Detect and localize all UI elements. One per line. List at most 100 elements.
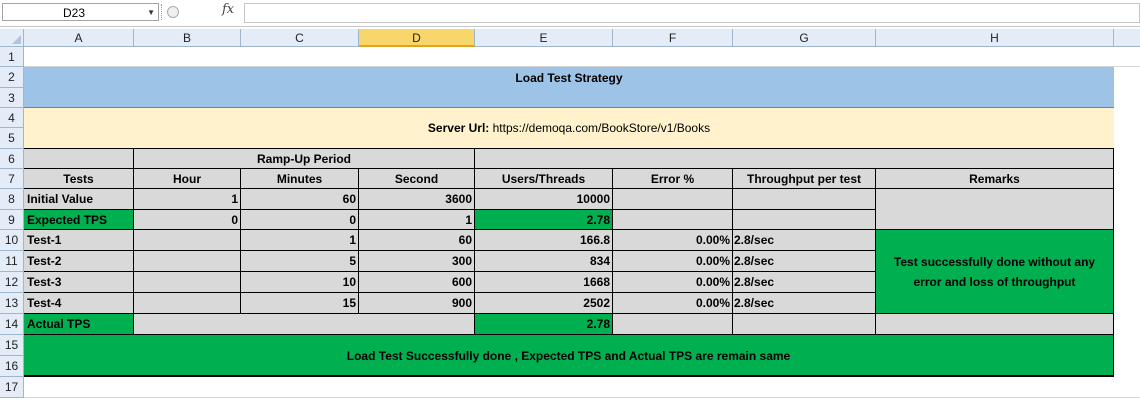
- column-header-f[interactable]: F: [613, 29, 733, 47]
- remarks-cell[interactable]: Test successfully done without any error…: [876, 230, 1114, 314]
- test-second[interactable]: 300: [359, 251, 475, 272]
- row-header-17[interactable]: 17: [0, 377, 24, 398]
- header-error[interactable]: Error %: [613, 169, 733, 189]
- test-users[interactable]: 834: [475, 251, 613, 272]
- cell-b14-d14[interactable]: [134, 314, 475, 335]
- header-minutes[interactable]: Minutes: [241, 169, 359, 189]
- test-minutes[interactable]: 1: [241, 230, 359, 251]
- test-throughput[interactable]: 2.8/sec: [733, 293, 876, 314]
- title-band[interactable]: Load Test Strategy: [24, 67, 1114, 108]
- name-box-value: D23: [62, 6, 85, 20]
- row-header-16[interactable]: 16: [0, 356, 24, 377]
- column-header-h[interactable]: H: [876, 29, 1114, 47]
- test-hour[interactable]: [134, 251, 241, 272]
- test-users[interactable]: 1668: [475, 272, 613, 293]
- select-all-button[interactable]: [0, 29, 24, 47]
- initial-second[interactable]: 3600: [359, 189, 475, 210]
- formula-cancel-icon[interactable]: [167, 6, 179, 18]
- test-error[interactable]: 0.00%: [613, 230, 733, 251]
- test-error[interactable]: 0.00%: [613, 272, 733, 293]
- cell-h8-h9[interactable]: [876, 189, 1114, 230]
- column-header-g[interactable]: G: [733, 29, 876, 47]
- row-header-14[interactable]: 14: [0, 314, 24, 335]
- ramp-up-header[interactable]: Ramp-Up Period: [134, 149, 475, 169]
- row-header-8[interactable]: 8: [0, 189, 24, 210]
- test-throughput[interactable]: 2.8/sec: [733, 272, 876, 293]
- header-second[interactable]: Second: [359, 169, 475, 189]
- header-hour[interactable]: Hour: [134, 169, 241, 189]
- test-minutes[interactable]: 10: [241, 272, 359, 293]
- header-tests[interactable]: Tests: [24, 169, 134, 189]
- test-error[interactable]: 0.00%: [613, 293, 733, 314]
- name-box[interactable]: D23 ▼: [2, 3, 159, 21]
- row-header-9[interactable]: 9: [0, 210, 24, 230]
- row-header-6[interactable]: 6: [0, 149, 24, 169]
- label-initial-value[interactable]: Initial Value: [24, 189, 134, 210]
- header-users[interactable]: Users/Threads: [475, 169, 613, 189]
- chevron-down-icon[interactable]: ▼: [147, 4, 155, 22]
- row-header-5[interactable]: 5: [0, 128, 24, 149]
- test-hour[interactable]: [134, 272, 241, 293]
- row-header-1[interactable]: 1: [0, 47, 24, 67]
- initial-minutes[interactable]: 60: [241, 189, 359, 210]
- column-header-d[interactable]: D: [359, 29, 475, 47]
- test-throughput[interactable]: 2.8/sec: [733, 251, 876, 272]
- row-header-4[interactable]: 4: [0, 108, 24, 128]
- insert-function-icon[interactable]: fx: [222, 2, 234, 17]
- initial-hour[interactable]: 1: [134, 189, 241, 210]
- cell-f8[interactable]: [613, 189, 733, 210]
- column-header-a[interactable]: A: [24, 29, 134, 47]
- expected-minutes[interactable]: 0: [241, 210, 359, 230]
- column-header-b[interactable]: B: [134, 29, 241, 47]
- cell-a6[interactable]: [24, 149, 134, 169]
- cell-f9[interactable]: [613, 210, 733, 230]
- test-users[interactable]: 2502: [475, 293, 613, 314]
- row-header-2[interactable]: 2: [0, 67, 24, 88]
- test-hour[interactable]: [134, 293, 241, 314]
- cell-g8[interactable]: [733, 189, 876, 210]
- initial-users[interactable]: 10000: [475, 189, 613, 210]
- cell-g9[interactable]: [733, 210, 876, 230]
- formula-input[interactable]: [244, 3, 1140, 23]
- expected-users[interactable]: 2.78: [475, 210, 613, 230]
- cell-e6-h6[interactable]: [475, 149, 1114, 169]
- test-second[interactable]: 600: [359, 272, 475, 293]
- expected-second[interactable]: 1: [359, 210, 475, 230]
- row-header-10[interactable]: 10: [0, 230, 24, 251]
- row-header-11[interactable]: 11: [0, 251, 24, 272]
- row-header-13[interactable]: 13: [0, 293, 24, 314]
- column-header-e[interactable]: E: [475, 29, 613, 47]
- test-label[interactable]: Test-4: [24, 293, 134, 314]
- actual-users[interactable]: 2.78: [475, 314, 613, 335]
- label-actual-tps[interactable]: Actual TPS: [24, 314, 134, 335]
- row-17-gridline: [24, 397, 1140, 398]
- header-throughput[interactable]: Throughput per test: [733, 169, 876, 189]
- row-header-15[interactable]: 15: [0, 335, 24, 356]
- test-error[interactable]: 0.00%: [613, 251, 733, 272]
- header-remarks[interactable]: Remarks: [876, 169, 1114, 189]
- server-url-band[interactable]: Server Url: https://demoqa.com/BookStore…: [24, 108, 1114, 149]
- cell-h14[interactable]: [876, 314, 1114, 335]
- formula-bar-separator: [161, 4, 165, 20]
- remarks-line-2: error and loss of throughput: [913, 275, 1076, 289]
- test-label[interactable]: Test-3: [24, 272, 134, 293]
- test-users[interactable]: 166.8: [475, 230, 613, 251]
- test-throughput[interactable]: 2.8/sec: [733, 230, 876, 251]
- test-second[interactable]: 60: [359, 230, 475, 251]
- server-url-label: Server Url:: [427, 121, 490, 135]
- test-label[interactable]: Test-2: [24, 251, 134, 272]
- cell-f14[interactable]: [613, 314, 733, 335]
- test-label[interactable]: Test-1: [24, 230, 134, 251]
- test-minutes[interactable]: 15: [241, 293, 359, 314]
- test-hour[interactable]: [134, 230, 241, 251]
- label-expected-tps[interactable]: Expected TPS: [24, 210, 134, 230]
- test-second[interactable]: 900: [359, 293, 475, 314]
- row-header-3[interactable]: 3: [0, 88, 24, 108]
- conclusion-banner[interactable]: Load Test Successfully done , Expected T…: [24, 335, 1114, 377]
- row-header-7[interactable]: 7: [0, 169, 24, 189]
- column-header-c[interactable]: C: [241, 29, 359, 47]
- row-header-12[interactable]: 12: [0, 272, 24, 293]
- test-minutes[interactable]: 5: [241, 251, 359, 272]
- cell-g14[interactable]: [733, 314, 876, 335]
- expected-hour[interactable]: 0: [134, 210, 241, 230]
